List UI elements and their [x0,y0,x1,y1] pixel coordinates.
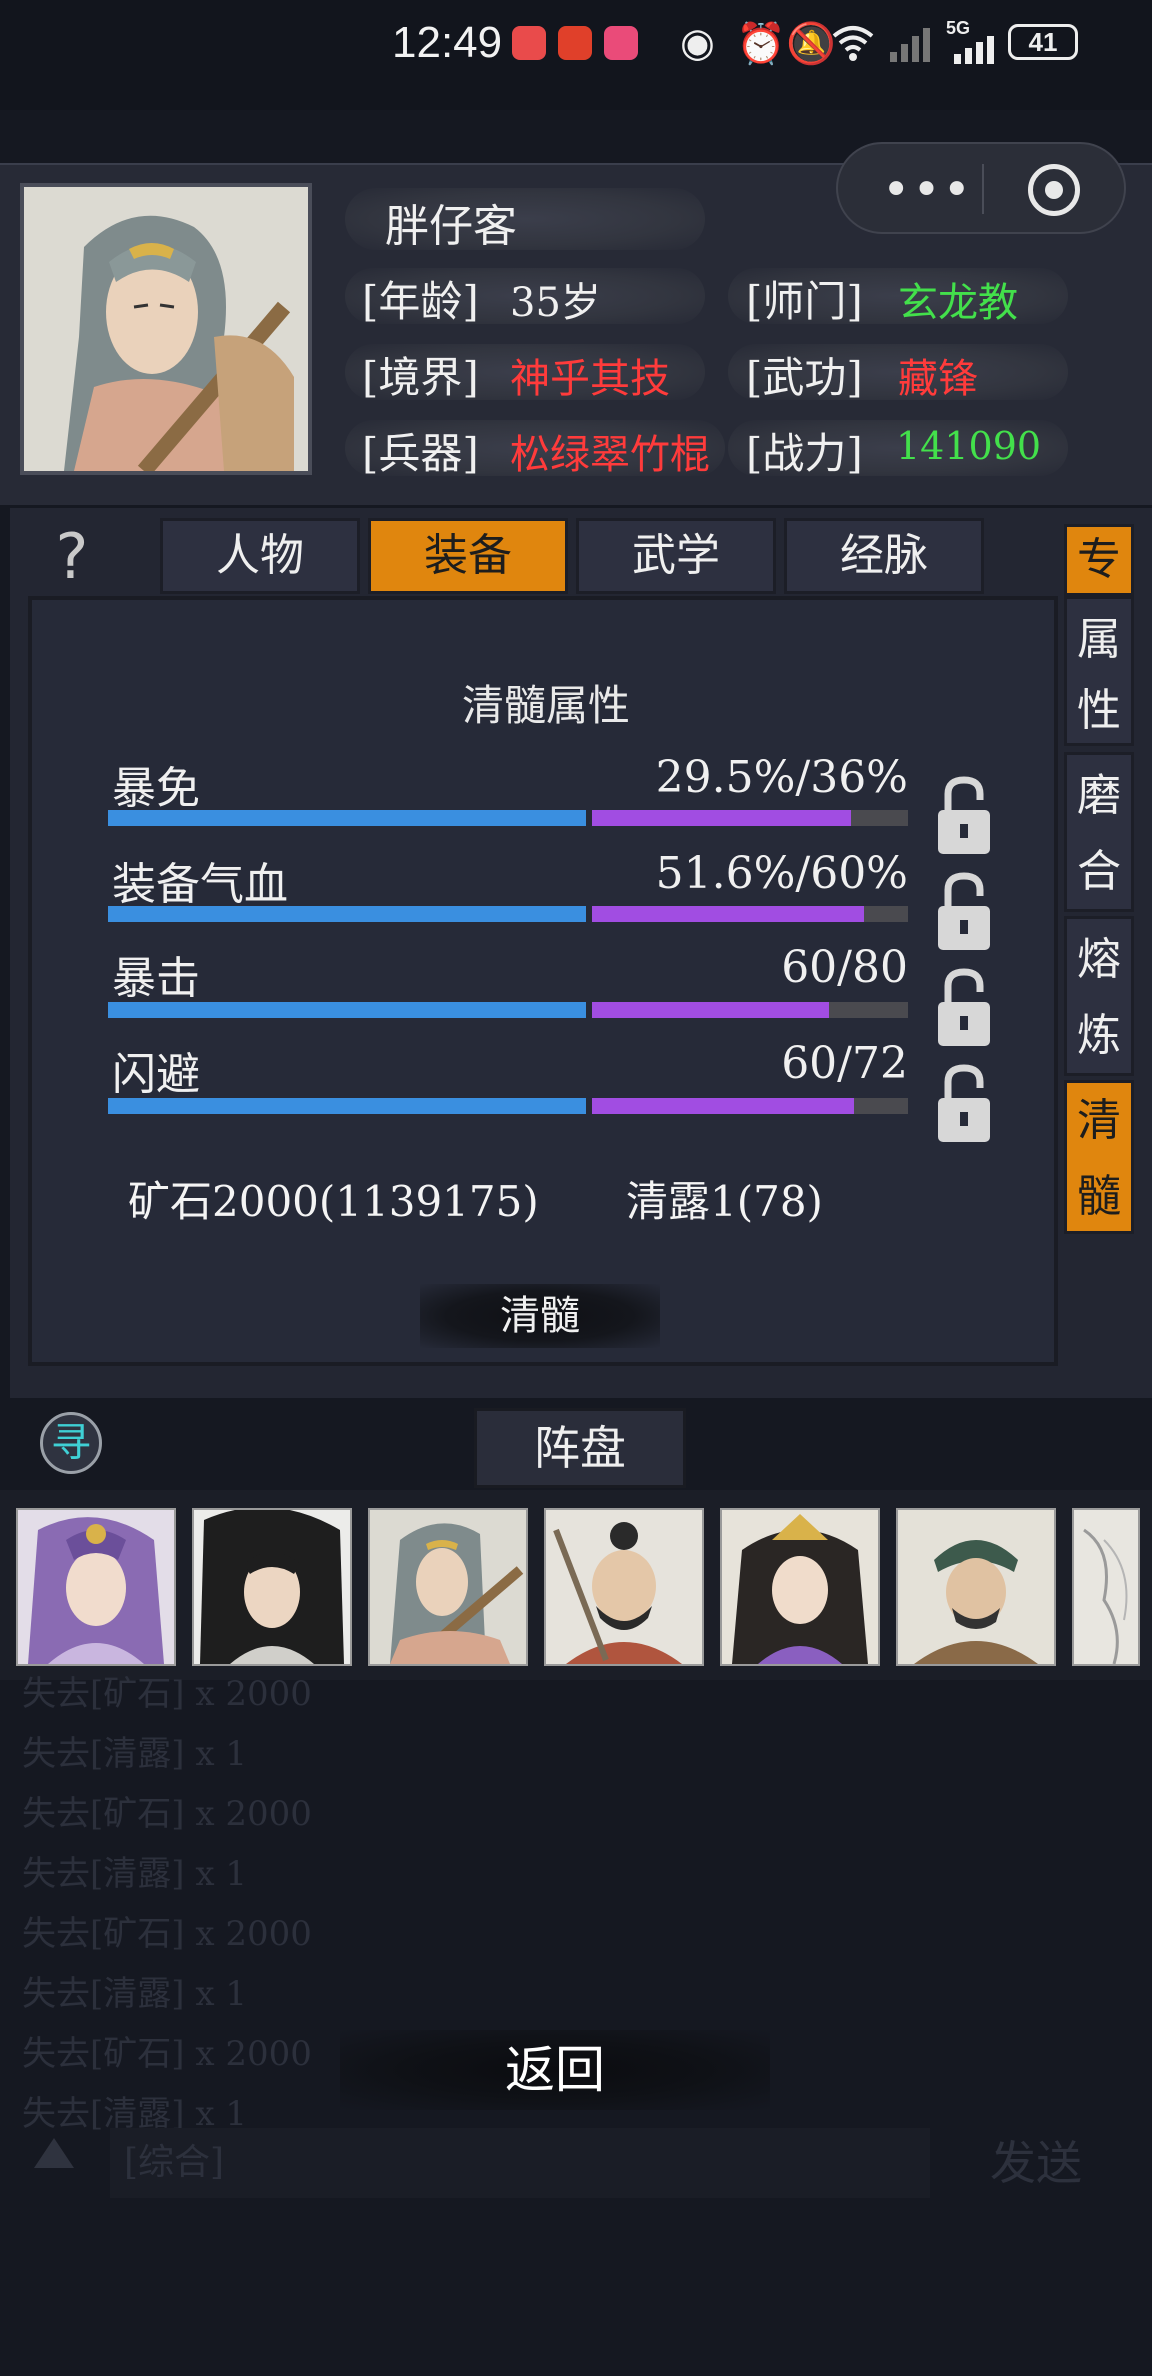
chat-input[interactable]: [综合] [110,2128,930,2198]
stat-bar [108,1098,908,1114]
tab-equipment[interactable]: 装备 [368,518,568,594]
battery-indicator: 41 [1008,24,1078,60]
tab-character[interactable]: 人物 [160,518,360,594]
sidetab-label: 髓 [1077,1171,1121,1222]
seek-icon[interactable]: 寻 [40,1412,102,1474]
alarm-icon: ⏰ [736,21,786,67]
log-entry: 失去[清露] x 1 [22,1974,247,2014]
sidetab-smelt[interactable]: 熔炼 [1064,916,1134,1076]
app-notification-icon [512,26,546,60]
sidetab-label: 熔 [1077,934,1121,985]
stat-name: 暴击 [112,953,200,1004]
character-portrait [20,183,312,475]
realm-label: [境界] [362,353,479,402]
stat-value: 60/72 [781,1038,908,1089]
refine-fill [592,906,864,922]
skill-label: [武功] [746,353,863,402]
unlock-icon[interactable] [936,1064,992,1144]
refine-fill [592,810,851,826]
signal-icon [888,24,936,64]
stat-name: 闪避 [112,1049,200,1100]
sidetab-label: 性 [1077,685,1121,736]
skill-value: 藏锋 [898,356,978,402]
ore-count: 矿石2000(1139175) [128,1177,539,1226]
realm-value: 神乎其技 [510,356,670,402]
back-button[interactable]: 返回 [340,2030,770,2110]
power-value: 141090 [896,424,1042,468]
app-notification-icon [558,26,592,60]
more-menu-icon[interactable]: ••• [882,162,973,218]
unlock-icon[interactable] [936,968,992,1048]
weapon-value: 松绿翠竹棍 [510,432,710,478]
log-entry: 失去[矿石] x 2000 [22,1794,312,1834]
stat-value: 29.5%/36% [655,752,908,803]
stat-bar [108,1002,908,1018]
sidetab-label: 清 [1077,1095,1121,1146]
weapon-label: [兵器] [362,429,479,478]
hero-card[interactable] [192,1508,352,1666]
hero-card[interactable] [720,1508,880,1666]
refine-section-title: 清髓属性 [462,681,631,730]
log-entry: 失去[清露] x 1 [22,1854,247,1894]
sidetab-label: 专 [1067,527,1131,593]
miniprogram-capsule: ••• [836,142,1126,234]
hero-card[interactable] [1072,1508,1140,1666]
wifi-icon [832,22,874,62]
sect-label: [师门] [746,277,863,326]
signal-5g-icon: 5G [946,18,1002,64]
hero-card[interactable] [16,1508,176,1666]
base-fill [108,906,586,922]
clock: 12:49 [392,18,503,67]
stat-name: 装备气血 [112,859,288,910]
stat-value: 51.6%/60% [655,848,908,899]
sect-value: 玄龙教 [898,280,1018,326]
power-label: [战力] [746,429,863,478]
sidetab-label: 炼 [1077,1010,1121,1061]
hero-card[interactable] [368,1508,528,1666]
expand-chat-icon[interactable] [34,2138,74,2168]
tab-martial-arts[interactable]: 武学 [576,518,776,594]
sidetab-exclusive-attributes[interactable]: 专 [1064,524,1134,596]
eye-icon: ◉ [680,20,715,66]
mute-icon: 🔕 [786,21,836,67]
base-fill [108,1002,586,1018]
sidetab-label: 合 [1077,846,1121,897]
refine-fill [592,1098,854,1114]
hero-card[interactable] [896,1508,1056,1666]
age-label: [年龄] [362,277,479,326]
unlock-icon[interactable] [936,872,992,952]
sidetab-breakin[interactable]: 磨合 [1064,752,1134,912]
log-entry: 失去[矿石] x 2000 [22,2034,312,2074]
send-button[interactable]: 发送 [990,2128,1120,2198]
refine-button[interactable]: 清髓 [420,1284,660,1348]
dew-count: 清露1(78) [626,1177,823,1226]
capsule-divider [982,164,984,214]
stat-name: 暴免 [112,763,200,814]
stat-bar [108,810,908,826]
help-icon[interactable]: ? [42,522,102,592]
log-entry: 失去[矿石] x 2000 [22,1674,312,1714]
age-value: 35岁 [510,280,601,326]
character-name: 胖仔客 [385,201,517,252]
sidetab-label: 属 [1077,614,1121,665]
close-miniprogram-icon[interactable] [1028,164,1080,216]
app-notification-icon [604,26,638,60]
stat-value: 60/80 [781,942,908,993]
formation-tab[interactable]: 阵盘 [474,1408,686,1488]
sidetab-exclusive-attributes-cont[interactable]: 属性 [1064,596,1134,746]
log-entry: 失去[矿石] x 2000 [22,1914,312,1954]
stat-bar [108,906,908,922]
unlock-icon[interactable] [936,776,992,856]
refine-fill [592,1002,829,1018]
hero-card[interactable] [544,1508,704,1666]
sidetab-label: 磨 [1077,770,1121,821]
log-entry: 失去[清露] x 1 [22,1734,247,1774]
tab-meridians[interactable]: 经脉 [784,518,984,594]
base-fill [108,810,586,826]
sidetab-refine[interactable]: 清髓 [1064,1080,1134,1234]
base-fill [108,1098,586,1114]
